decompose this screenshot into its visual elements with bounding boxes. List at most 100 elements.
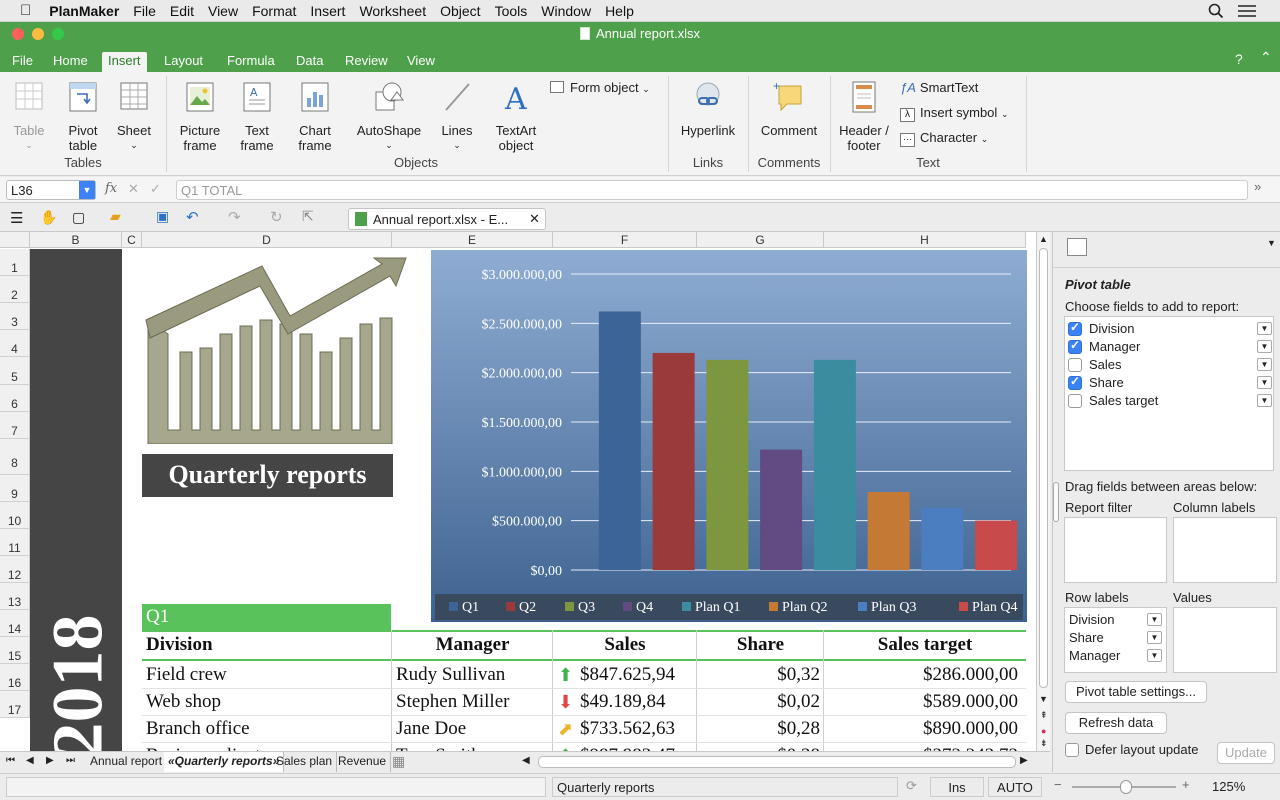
report-filter-area[interactable] bbox=[1064, 517, 1167, 583]
bar-q2[interactable] bbox=[652, 352, 695, 570]
close-tab-icon[interactable]: ✕ bbox=[529, 211, 540, 227]
division-cell[interactable]: Field crew bbox=[146, 664, 227, 686]
last-sheet-icon[interactable]: ⏭ bbox=[66, 755, 75, 766]
prev-sheet-icon[interactable]: ◀ bbox=[26, 755, 34, 766]
row-header[interactable]: 12 bbox=[0, 556, 30, 583]
share-cell[interactable]: $0,02 bbox=[697, 691, 820, 713]
field-checkbox[interactable] bbox=[1068, 338, 1082, 354]
row-header[interactable]: 11 bbox=[0, 529, 30, 556]
field-dropdown-icon[interactable]: ▼ bbox=[1257, 340, 1272, 353]
update-button[interactable]: Update bbox=[1217, 742, 1275, 764]
sales-cell[interactable]: $733.562,63 bbox=[580, 718, 675, 740]
insert-mode[interactable]: Ins bbox=[930, 777, 984, 797]
spreadsheet-grid[interactable]: B C D E F G H 1 2 3 4 5 6 7 8 9 10 11 12 13 14 15 16 17 … bbox=[0, 232, 1036, 751]
field-checkbox[interactable] bbox=[1068, 374, 1082, 390]
comment-button[interactable]: + Comment bbox=[754, 79, 824, 138]
recalc-icon[interactable]: ⟳ bbox=[906, 778, 917, 794]
column-header-g[interactable]: G bbox=[697, 232, 824, 248]
manager-cell[interactable]: Stephen Miller bbox=[396, 691, 509, 713]
row-header[interactable]: 6 bbox=[0, 385, 30, 412]
scroll-up-icon[interactable]: ▲ bbox=[1039, 234, 1048, 244]
row-header[interactable]: 3 bbox=[0, 303, 30, 330]
row-header[interactable]: 8 bbox=[0, 439, 30, 475]
scroll-left-icon[interactable]: ◀ bbox=[522, 755, 530, 766]
field-dropdown-icon[interactable]: ▼ bbox=[1257, 376, 1272, 389]
row-header[interactable]: 7 bbox=[0, 412, 30, 439]
row-labels-area[interactable]: Division ▼ Share ▼ Manager ▼ bbox=[1064, 607, 1167, 673]
first-sheet-icon[interactable]: ⏮ bbox=[6, 755, 15, 766]
pivot-settings-button[interactable]: Pivot table settings... bbox=[1065, 681, 1207, 703]
add-sheet-icon[interactable]: ▦ bbox=[392, 753, 405, 770]
row-label-item[interactable]: Manager bbox=[1069, 648, 1120, 663]
calc-mode[interactable]: AUTO bbox=[988, 777, 1042, 797]
sales-cell[interactable]: $847.625,94 bbox=[580, 664, 675, 686]
zoom-level[interactable]: 125% bbox=[1212, 779, 1245, 794]
sheet-tab-quarterly-reports[interactable]: «Quarterly reports» bbox=[164, 752, 285, 772]
row-header[interactable]: 5 bbox=[0, 357, 30, 385]
bar-q4[interactable] bbox=[760, 449, 803, 570]
panel-menu-icon[interactable]: ▼ bbox=[1267, 238, 1276, 248]
pivot-panel-icon[interactable] bbox=[1067, 238, 1087, 256]
row-header[interactable]: 4 bbox=[0, 330, 30, 357]
sales-target-cell[interactable]: $890.000,00 bbox=[824, 718, 1018, 740]
undo-icon[interactable]: ↶ bbox=[186, 208, 199, 226]
row-label-item[interactable]: Share bbox=[1069, 630, 1104, 645]
expand-icon[interactable]: » bbox=[1254, 179, 1261, 194]
character-button[interactable]: ··· Character ⌄ bbox=[900, 130, 988, 147]
bar-q3[interactable] bbox=[706, 359, 749, 570]
values-area[interactable] bbox=[1173, 607, 1277, 673]
zoom-in-icon[interactable]: + bbox=[1182, 777, 1190, 792]
tab-file[interactable]: File bbox=[6, 52, 39, 72]
row-header[interactable]: 10 bbox=[0, 502, 30, 529]
row-header[interactable]: 17 bbox=[0, 691, 30, 718]
row-label-item[interactable]: Division bbox=[1069, 612, 1115, 627]
lines-button[interactable]: Lines ⌄ bbox=[434, 80, 480, 153]
hyperlink-button[interactable]: Hyperlink bbox=[674, 80, 742, 138]
row-header[interactable]: 9 bbox=[0, 475, 30, 502]
share-cell[interactable]: $0,28 bbox=[697, 718, 820, 740]
tab-review[interactable]: Review bbox=[339, 52, 394, 72]
vertical-scrollbar[interactable]: ▲ ▼ ⇞ ● ⇟ bbox=[1036, 232, 1050, 751]
menu-window[interactable]: Window bbox=[541, 3, 591, 19]
spotlight-search-icon[interactable] bbox=[1208, 3, 1224, 19]
field-checkbox[interactable] bbox=[1068, 394, 1082, 408]
menu-file[interactable]: File bbox=[133, 3, 156, 19]
cancel-icon[interactable]: ✕ bbox=[128, 181, 139, 197]
row-item-dropdown-icon[interactable]: ▼ bbox=[1147, 649, 1162, 662]
column-header-f[interactable]: F bbox=[553, 232, 697, 248]
menu-view[interactable]: View bbox=[208, 3, 238, 19]
refresh-data-button[interactable]: Refresh data bbox=[1065, 712, 1167, 734]
page-up-icon[interactable]: ⇞ bbox=[1040, 710, 1048, 721]
row-header[interactable]: 14 bbox=[0, 610, 30, 637]
sheet-tab-annual-report[interactable]: Annual report bbox=[84, 752, 170, 772]
row-header[interactable]: 1 bbox=[0, 249, 30, 276]
division-cell[interactable]: Web shop bbox=[146, 691, 221, 713]
tab-view[interactable]: View bbox=[401, 52, 441, 72]
textart-button[interactable]: A TextArt object bbox=[488, 80, 544, 153]
tab-layout[interactable]: Layout bbox=[158, 52, 209, 72]
new-document-icon[interactable]: ▢ bbox=[72, 209, 85, 226]
bar-chart[interactable]: $0,00 $500.000,00 $1.000.000,00 $1.500.000,… bbox=[431, 250, 1027, 622]
defer-layout-checkbox[interactable] bbox=[1065, 743, 1079, 757]
field-dropdown-icon[interactable]: ▼ bbox=[1257, 358, 1272, 371]
page-down-icon[interactable]: ⇟ bbox=[1040, 738, 1048, 749]
tab-formula[interactable]: Formula bbox=[221, 52, 281, 72]
control-center-icon[interactable] bbox=[1238, 4, 1256, 18]
redo-icon[interactable]: ↷ bbox=[228, 208, 241, 226]
confirm-icon[interactable]: ✓ bbox=[150, 181, 161, 197]
bar-plan-q3[interactable] bbox=[921, 507, 964, 570]
menu-insert[interactable]: Insert bbox=[310, 3, 345, 19]
collapse-ribbon-icon[interactable]: ⌃ bbox=[1260, 49, 1272, 66]
help-icon[interactable]: ? bbox=[1235, 51, 1243, 67]
column-labels-area[interactable] bbox=[1173, 517, 1277, 583]
browse-object-icon[interactable]: ● bbox=[1041, 726, 1046, 736]
open-folder-icon[interactable]: ▰ bbox=[110, 208, 121, 225]
select-icon[interactable]: ⇱ bbox=[302, 208, 314, 225]
sales-target-cell[interactable]: $286.000,00 bbox=[824, 664, 1018, 686]
bar-plan-q2[interactable] bbox=[867, 492, 910, 570]
document-tab[interactable]: Annual report.xlsx - E... ✕ bbox=[348, 208, 546, 230]
division-cell[interactable]: Branch office bbox=[146, 718, 250, 740]
column-header-d[interactable]: D bbox=[142, 232, 392, 248]
scroll-right-icon[interactable]: ▶ bbox=[1020, 755, 1028, 766]
menu-help[interactable]: Help bbox=[605, 3, 634, 19]
